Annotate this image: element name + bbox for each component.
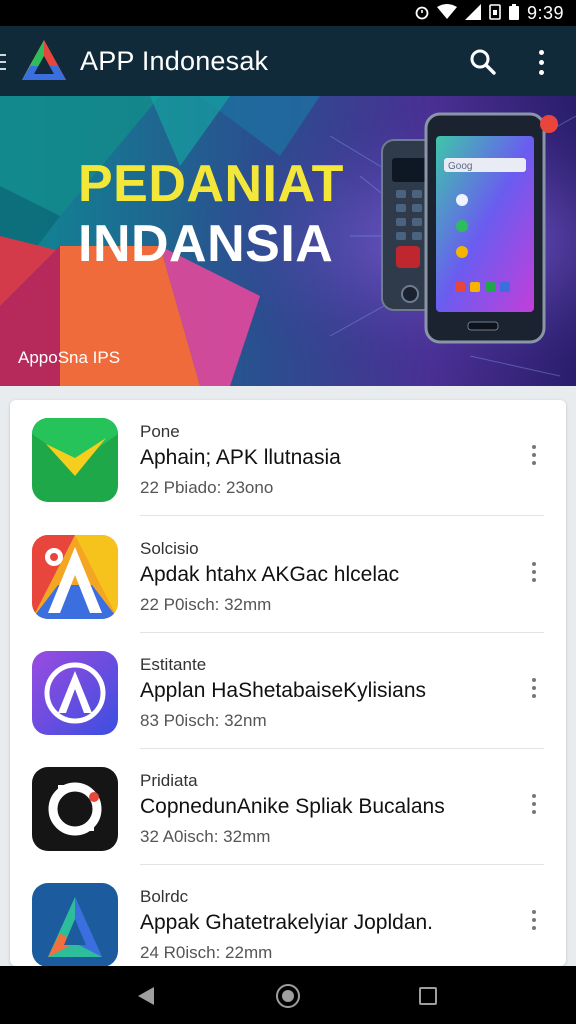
sim-icon (489, 3, 501, 23)
colorful-a-app-icon (32, 535, 118, 619)
search-icon (470, 49, 496, 75)
green-check-app-icon (32, 418, 118, 502)
app-meta: 83 P0isch: 32nm (140, 711, 267, 730)
item-menu-icon[interactable] (524, 789, 544, 819)
back-icon[interactable] (136, 985, 156, 1007)
app-category: Bolrdc (140, 887, 189, 906)
app-logo-icon (22, 40, 66, 80)
app-list: Pone Aphain; APK llutnasia 22 Pbiado: 23… (10, 400, 566, 966)
app-meta: 32 A0isch: 32mm (140, 827, 271, 846)
compass-a-app-icon (32, 651, 118, 735)
app-category: Pridiata (140, 771, 198, 790)
list-item[interactable]: Pridiata CopnedunAnike Spliak Bucalans 3… (10, 749, 566, 865)
app-title: Appak Ghatetrakelyiar Jopldan. (140, 911, 434, 934)
signal-icon (464, 3, 481, 23)
wifi-icon (436, 3, 457, 23)
banner-headline-1: PEDANIAT (78, 155, 344, 213)
app-category: Pone (140, 422, 180, 441)
app-meta: 22 Pbiado: 23ono (140, 478, 274, 497)
blue-a-app-icon (32, 883, 118, 966)
banner-headline-2: INDANSIA (78, 215, 334, 273)
more-options-icon[interactable] (526, 43, 556, 81)
battery-icon (508, 3, 519, 23)
system-nav-bar (0, 966, 576, 1024)
drawer-menu-icon[interactable] (0, 54, 6, 70)
item-menu-icon[interactable] (524, 673, 544, 703)
smartphone-illustration (424, 112, 558, 344)
promo-banner[interactable]: Goog PEDANIAT INDANSIA AppoSna IPS (0, 96, 576, 386)
home-icon[interactable] (276, 984, 300, 1008)
list-item[interactable]: Bolrdc Appak Ghatetrakelyiar Jopldan. 24… (10, 865, 566, 966)
app-title: APP Indonesak (80, 46, 269, 76)
app-title: Applan HaShetabaiseKylisians (140, 679, 427, 702)
status-time: 9:39 (526, 2, 564, 23)
item-menu-icon[interactable] (524, 905, 544, 935)
item-menu-icon[interactable] (524, 557, 544, 587)
app-category: Solcisio (140, 539, 199, 558)
divider (140, 515, 544, 516)
app-category: Estitante (140, 655, 207, 674)
phone-screen-label: Goog (448, 161, 472, 172)
item-menu-icon[interactable] (524, 440, 544, 470)
app-title: CopnedunAnike Spliak Bucalans (140, 795, 445, 818)
app-meta: 24 R0isch: 22mm (140, 943, 273, 962)
banner-caption: AppoSna IPS (18, 348, 121, 367)
app-meta: 22 P0isch: 32mm (140, 595, 272, 614)
app-title: Aphain; APK llutnasia (140, 446, 341, 469)
recents-icon[interactable] (419, 987, 437, 1005)
app-bar: APP Indonesak (0, 26, 576, 96)
list-item[interactable]: Solcisio Apdak htahx AKGac hlcelac 22 P0… (10, 517, 566, 633)
alarm-icon (415, 4, 429, 23)
search-button[interactable] (466, 45, 500, 79)
list-item[interactable]: Estitante Applan HaShetabaiseKylisians 8… (10, 633, 566, 749)
camera-ring-app-icon (32, 767, 118, 851)
list-item[interactable]: Pone Aphain; APK llutnasia 22 Pbiado: 23… (10, 400, 566, 516)
status-bar: 9:39 (0, 0, 576, 26)
app-title: Apdak htahx AKGac hlcelac (140, 563, 400, 586)
